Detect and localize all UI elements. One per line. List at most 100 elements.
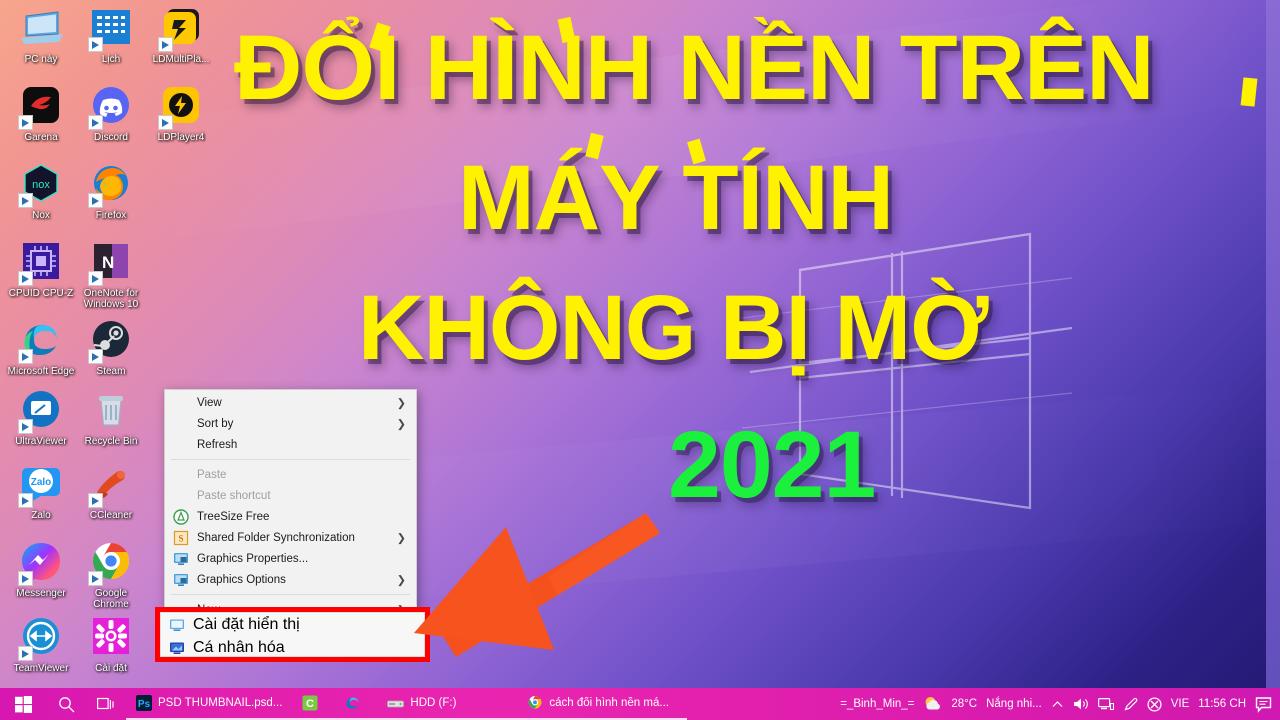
desktop-icon-steam[interactable]: Steam — [76, 318, 146, 377]
desktop-icon-ccleaner[interactable]: CCleaner — [76, 462, 146, 521]
tray-clock[interactable]: 11:56 CH — [1198, 698, 1246, 710]
shortcut-overlay-icon — [88, 193, 103, 208]
action-center-icon[interactable] — [1255, 696, 1272, 713]
svg-text:Zalo: Zalo — [31, 477, 52, 488]
desktop-icon-label: Nox — [32, 210, 50, 221]
svg-text:N: N — [102, 253, 114, 272]
desktop-icon-nox[interactable]: nox Nox — [6, 162, 76, 221]
weather-sun-cloud-icon[interactable] — [923, 695, 942, 714]
desktop-icon-zalo[interactable]: Zalo Zalo — [6, 462, 76, 521]
tray-language[interactable]: VIE — [1171, 698, 1190, 710]
overlay-title-line3: KHÔNG BỊ MỜ — [358, 277, 989, 379]
desktop-context-menu[interactable]: View ❯ Sort by ❯ Refresh Paste Paste sho… — [164, 389, 417, 631]
desktop-icon-label: Steam — [96, 366, 126, 377]
context-menu-item-label: Cài đặt hiển thị — [193, 615, 300, 633]
shortcut-overlay-icon — [18, 571, 33, 586]
svg-text:C: C — [306, 698, 314, 710]
context-menu-item-shared-folder-synchronization[interactable]: S Shared Folder Synchronization ❯ — [165, 527, 416, 548]
desktop-icon-calendar[interactable]: Lịch — [76, 6, 146, 65]
context-menu-item-label: Graphics Options — [197, 573, 286, 586]
desktop-icon-label: Google Chrome — [93, 588, 129, 610]
desktop-icon-label: CCleaner — [89, 510, 133, 521]
shortcut-overlay-icon — [18, 646, 33, 661]
context-menu-item-paste: Paste — [165, 464, 416, 485]
chevron-up-icon[interactable] — [1051, 698, 1064, 711]
highlight-box: Cài đặt hiển thị Cá nhân hóa — [155, 607, 430, 662]
antivirus-icon[interactable] — [1147, 696, 1162, 712]
network-icon[interactable] — [1097, 697, 1114, 711]
context-menu-item-personalize[interactable]: Cá nhân hóa — [161, 636, 424, 659]
volume-icon[interactable] — [1073, 697, 1089, 711]
task-view-button[interactable] — [86, 688, 126, 720]
chrome-icon — [529, 696, 542, 709]
context-menu-item-label: View — [197, 396, 222, 409]
search-button[interactable] — [46, 688, 86, 720]
context-menu-separator — [171, 594, 410, 595]
shortcut-overlay-icon — [88, 115, 103, 130]
desktop-icon-label: Garena — [24, 132, 58, 143]
desktop-icon-edge[interactable]: Microsoft Edge — [6, 318, 76, 377]
context-menu-item-label: Shared Folder Synchronization — [197, 531, 355, 544]
this-pc-icon — [18, 6, 64, 52]
pen-icon[interactable] — [1123, 697, 1138, 712]
context-menu-item-sort-by[interactable]: Sort by ❯ — [165, 413, 416, 434]
shared-folder-sync-icon: S — [173, 530, 189, 546]
treesize-icon — [173, 508, 189, 525]
personalize-icon — [169, 640, 185, 656]
context-menu-item-graphics-options[interactable]: Graphics Options ❯ — [165, 569, 416, 590]
nox-icon: nox — [18, 162, 64, 208]
steam-icon — [88, 318, 134, 364]
taskbar-task-camtasia[interactable]: C — [292, 688, 335, 720]
desktop-icon-label: PC này — [24, 54, 58, 65]
shortcut-overlay-icon — [88, 37, 103, 52]
context-menu-item-view[interactable]: View ❯ — [165, 392, 416, 413]
tray-temperature[interactable]: 28°C — [951, 698, 977, 710]
desktop-icon-messenger[interactable]: Messenger — [6, 540, 76, 599]
taskbar-task-chrome[interactable]: cách đổi hình nền má... — [517, 688, 688, 720]
search-icon — [58, 696, 74, 712]
desktop-icon-label: CPUID CPU-Z — [8, 288, 74, 299]
display-settings-icon — [169, 617, 185, 633]
desktop-icon-label: Recycle Bin — [84, 436, 138, 447]
shortcut-overlay-icon — [158, 37, 173, 52]
taskbar-task-edge[interactable] — [334, 688, 378, 720]
start-button[interactable] — [0, 688, 46, 720]
overlay-title-line2: MÁY TÍNH — [458, 147, 894, 249]
desktop-icon-ultraviewer[interactable]: UltraViewer — [6, 388, 76, 447]
garena-icon — [18, 84, 64, 130]
taskbar-task-hdd[interactable]: HDD (F:) — [377, 688, 518, 720]
photoshop-icon: Ps — [136, 695, 152, 711]
tray-weather-text[interactable]: Nắng nhi... — [986, 698, 1042, 710]
chrome-icon — [88, 540, 134, 586]
shortcut-overlay-icon — [18, 419, 33, 434]
firefox-icon — [88, 162, 134, 208]
desktop-icon-settings[interactable]: Cài đặt — [76, 615, 146, 674]
settings-icon — [88, 615, 134, 661]
desktop-icon-recycle-bin[interactable]: Recycle Bin — [76, 388, 146, 447]
desktop-icon-onenote[interactable]: N OneNote for Windows 10 — [76, 240, 146, 310]
desktop-icon-label: Zalo — [31, 510, 51, 521]
ldmultiplayer-icon — [158, 6, 204, 52]
desktop-icon-label: OneNote for Windows 10 — [83, 288, 139, 310]
taskbar-task-photoshop[interactable]: Ps PSD THUMBNAIL.psd... — [126, 688, 293, 720]
context-menu-item-graphics-properties[interactable]: Graphics Properties... — [165, 548, 416, 569]
chevron-right-icon: ❯ — [396, 397, 406, 409]
pointer-arrow-icon — [414, 513, 660, 657]
desktop-icon-chrome[interactable]: Google Chrome — [76, 540, 146, 610]
desktop-icon-teamviewer[interactable]: TeamViewer — [6, 615, 76, 674]
desktop-icon-this-pc[interactable]: PC này — [6, 6, 76, 65]
desktop-icon-firefox[interactable]: Firefox — [76, 162, 146, 221]
desktop-icon-cpuz[interactable]: CPUID CPU-Z — [6, 240, 76, 299]
tray-user-name[interactable]: =_Binh_Min_= — [840, 698, 914, 710]
desktop-icon-discord[interactable]: Discord — [76, 84, 146, 143]
desktop-icon-garena[interactable]: Garena — [6, 84, 76, 143]
context-menu-item-display-settings[interactable]: Cài đặt hiển thị — [161, 613, 424, 636]
context-menu-item-refresh[interactable]: Refresh — [165, 434, 416, 455]
zalo-icon: Zalo — [18, 462, 64, 508]
desktop-icon-ldplayer[interactable]: LDPlayer4 — [146, 84, 216, 143]
desktop-icon-ldmultiplayer[interactable]: LDMultiPla... — [146, 6, 216, 65]
graphics-icon — [173, 551, 189, 567]
shortcut-overlay-icon — [88, 349, 103, 364]
taskbar-task-label: HDD (F:) — [410, 697, 457, 709]
context-menu-item-treesize-free[interactable]: TreeSize Free — [165, 506, 416, 527]
